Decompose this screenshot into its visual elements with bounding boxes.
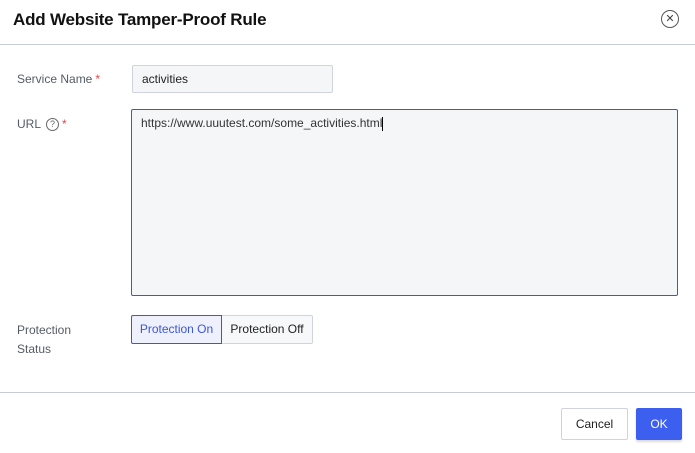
label-line: Status <box>17 342 52 356</box>
url-textarea[interactable]: https://www.uuutest.com/some_activities.… <box>131 109 678 296</box>
close-icon[interactable]: ✕ <box>661 10 679 28</box>
cancel-button[interactable]: Cancel <box>561 408 628 440</box>
url-value: https://www.uuutest.com/some_activities.… <box>141 116 383 130</box>
service-name-input[interactable]: activities <box>132 65 333 93</box>
protection-off-button[interactable]: Protection Off <box>222 315 313 344</box>
url-label: URL? * <box>17 117 67 132</box>
protection-on-button[interactable]: Protection On <box>131 315 222 344</box>
header-divider <box>0 44 695 45</box>
label-line: Protection <box>17 323 72 337</box>
protection-status-label: Protection Status <box>17 321 71 359</box>
help-icon[interactable]: ? <box>46 118 60 132</box>
dialog-title: Add Website Tamper-Proof Rule <box>13 10 267 29</box>
text-caret <box>382 116 384 131</box>
footer-divider <box>0 392 695 393</box>
required-marker: * <box>62 117 67 131</box>
service-name-label: Service Name * <box>17 72 100 86</box>
service-name-label-text: Service Name <box>17 72 93 86</box>
url-label-text: URL <box>17 117 42 131</box>
required-marker: * <box>95 72 101 86</box>
ok-button[interactable]: OK <box>636 408 682 440</box>
